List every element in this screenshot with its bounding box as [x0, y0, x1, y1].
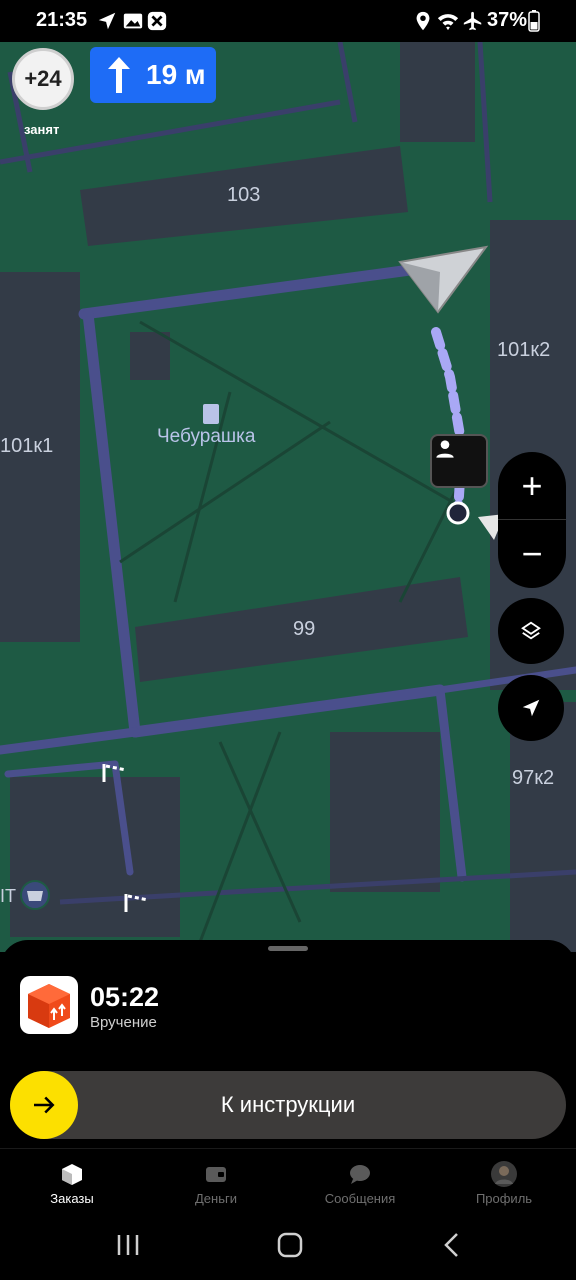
- back-icon: [444, 1233, 458, 1257]
- building-label: 97к2: [512, 767, 555, 789]
- tab-label: Сообщения: [324, 1191, 396, 1206]
- layers-button[interactable]: [498, 598, 564, 664]
- wallet-icon: [203, 1161, 229, 1187]
- recent-apps-icon: [117, 1235, 139, 1255]
- building-label: 99: [293, 618, 316, 640]
- arrow-right-icon: [34, 1096, 55, 1114]
- person-icon: [436, 440, 454, 458]
- airplane-icon: [463, 11, 482, 31]
- instructions-slider[interactable]: К инструкции: [10, 1071, 566, 1139]
- gallery-icon: [123, 13, 143, 29]
- my-location-button[interactable]: [498, 675, 564, 741]
- poi-partial-label: IT: [0, 886, 16, 906]
- map-view[interactable]: 103 101к2 101к1 99 97к2 Чебурашка IT: [0, 42, 576, 952]
- package-icon: [28, 984, 70, 1028]
- home-icon: [277, 1232, 303, 1258]
- x-box-icon: [147, 11, 167, 31]
- busy-counter[interactable]: +24: [12, 48, 74, 110]
- tab-label: Деньги: [195, 1191, 237, 1206]
- zoom-out-button[interactable]: −: [498, 520, 566, 588]
- navigation-arrow-icon: [98, 12, 116, 30]
- recent-apps-button[interactable]: [108, 1228, 148, 1262]
- status-bar: 21:35 37%: [0, 0, 576, 42]
- location-arrow-icon: [522, 699, 540, 717]
- wifi-icon: [437, 14, 459, 31]
- slider-knob[interactable]: [10, 1071, 78, 1139]
- client-pin[interactable]: [430, 434, 488, 488]
- layers-icon: [521, 621, 541, 640]
- zoom-in-button[interactable]: +: [498, 452, 566, 520]
- tab-label: Профиль: [475, 1191, 533, 1206]
- building-label: 101к1: [0, 435, 54, 457]
- building-label: 103: [227, 184, 261, 206]
- home-button[interactable]: [270, 1228, 310, 1262]
- sheet-handle[interactable]: [268, 946, 308, 951]
- status-time: 21:35: [36, 9, 88, 31]
- chat-icon: [347, 1161, 373, 1187]
- map-canvas[interactable]: [0, 42, 576, 952]
- location-icon: [416, 11, 430, 31]
- busy-label: занят: [24, 122, 60, 137]
- order-icon: [20, 976, 78, 1034]
- battery-icon: [528, 10, 540, 32]
- maneuver-distance: 19 м: [146, 59, 206, 90]
- slider-label: К инструкции: [220, 1092, 356, 1117]
- back-button[interactable]: [432, 1228, 472, 1262]
- system-nav-bar: [0, 1210, 576, 1280]
- battery-percent: 37%: [487, 9, 528, 31]
- poi-label[interactable]: Чебурашка: [157, 426, 255, 448]
- delivery-timer: 05:22: [90, 982, 160, 1012]
- box-icon: [59, 1161, 85, 1187]
- building-label: 101к2: [497, 339, 551, 361]
- delivery-stage: Вручение: [90, 1014, 157, 1031]
- maneuver-indicator[interactable]: 19 м: [90, 47, 216, 103]
- avatar-icon: [491, 1161, 517, 1187]
- arrow-up-icon: [108, 57, 130, 93]
- zoom-controls: + −: [498, 452, 566, 588]
- tab-label: Заказы: [50, 1191, 94, 1206]
